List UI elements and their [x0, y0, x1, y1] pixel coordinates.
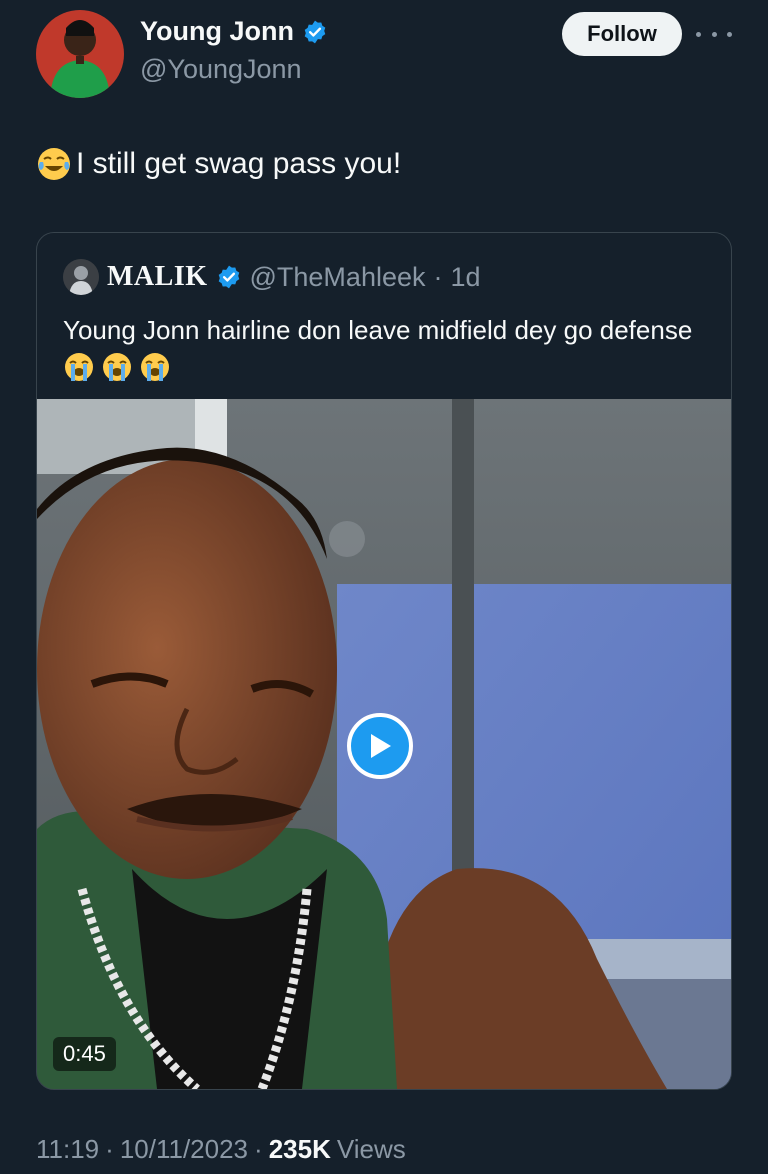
play-icon: [371, 734, 391, 758]
author-name-row[interactable]: Young Jonn: [140, 16, 328, 47]
tweet-body: I still get swag pass you!: [76, 147, 402, 180]
meta-separator: ·: [254, 1134, 263, 1164]
face-with-tears-of-joy-icon: [38, 148, 70, 180]
author-handle[interactable]: @YoungJonn: [140, 54, 302, 85]
loudly-crying-face-icon: [141, 353, 169, 381]
more-options-icon[interactable]: [696, 24, 732, 44]
views-label: Views: [336, 1134, 406, 1164]
tweet-time[interactable]: 11:19: [36, 1134, 99, 1165]
crying-emojis: [63, 353, 177, 383]
tweet-date[interactable]: 10/11/2023: [120, 1134, 248, 1165]
quoted-separator: ·: [433, 261, 443, 292]
quoted-tweet-card[interactable]: MALIK @TheMahleek · 1d Young Jonn hairli…: [36, 232, 732, 1090]
quoted-author-avatar[interactable]: [63, 259, 99, 295]
quoted-verified-badge-icon: [218, 265, 239, 289]
quoted-tweet-body: Young Jonn hairline don leave midfield d…: [63, 315, 693, 345]
views-count: 235K: [268, 1134, 331, 1164]
quoted-author-handle[interactable]: @TheMahleek: [250, 262, 426, 293]
tweet-meta: 11:19 · 10/11/2023 · 235K Views: [36, 1134, 406, 1165]
loudly-crying-face-icon: [103, 353, 131, 381]
loudly-crying-face-icon: [65, 353, 93, 381]
video-thumbnail[interactable]: 0:45: [37, 399, 731, 1089]
author-name[interactable]: Young Jonn: [140, 16, 294, 47]
verified-badge-icon: [304, 20, 326, 43]
video-duration: 0:45: [53, 1037, 116, 1071]
follow-button[interactable]: Follow: [562, 12, 682, 56]
quoted-tweet-text: Young Jonn hairline don leave midfield d…: [63, 311, 713, 387]
quoted-tweet-header: MALIK @TheMahleek · 1d: [63, 259, 481, 295]
tweet-text: I still get swag pass you!: [36, 146, 401, 182]
author-avatar[interactable]: [36, 10, 124, 98]
quoted-time[interactable]: 1d: [451, 262, 481, 293]
meta-separator: ·: [105, 1134, 114, 1164]
quoted-author-name[interactable]: MALIK: [107, 261, 208, 293]
play-button[interactable]: [347, 713, 413, 779]
